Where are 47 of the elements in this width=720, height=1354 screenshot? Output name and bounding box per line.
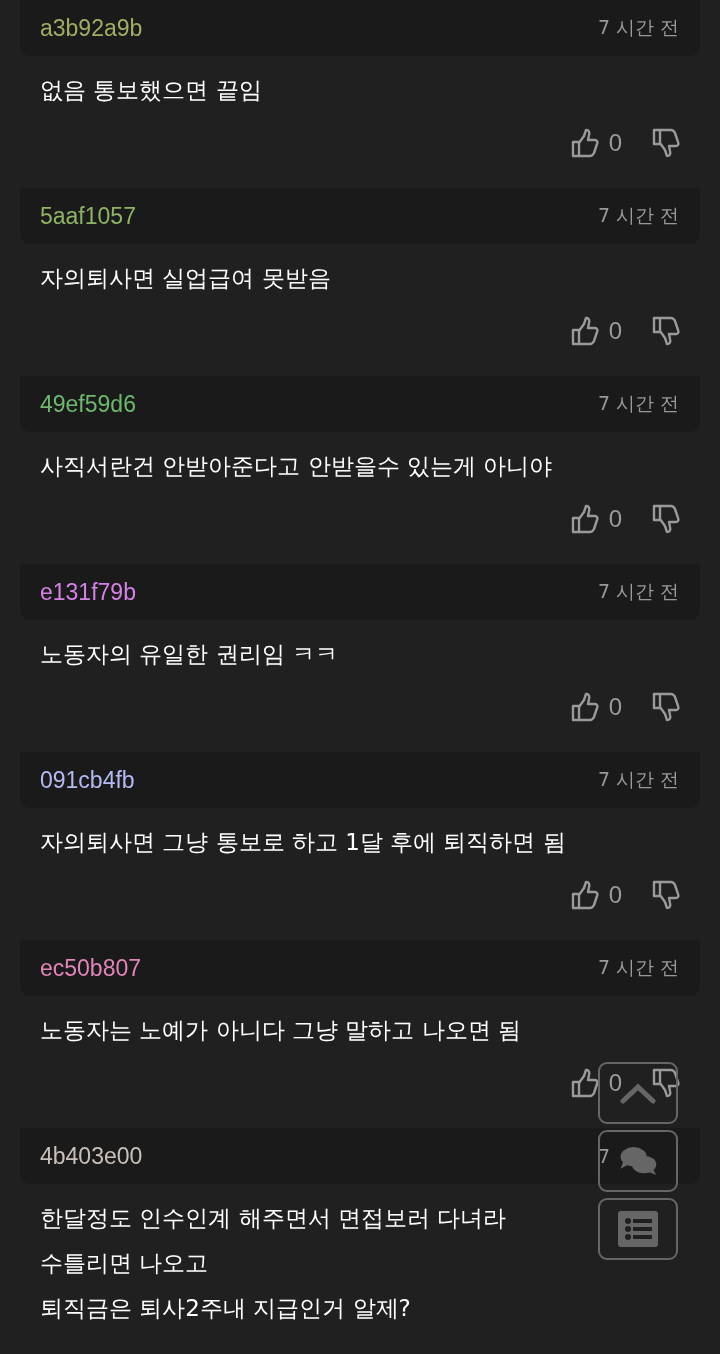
comment-time: 7 시간 전: [598, 580, 680, 602]
thumbs-up-icon[interactable]: [570, 504, 599, 534]
comment-time: 7 시간 전: [598, 956, 680, 978]
like-count: 0: [608, 693, 622, 721]
thumbs-down-icon[interactable]: [652, 128, 680, 158]
like-count: 0: [608, 129, 622, 157]
thumbs-down-icon[interactable]: [652, 692, 680, 722]
like-count: 0: [608, 1069, 622, 1097]
comment-author: 091cb4fb: [40, 766, 135, 794]
comment-text: 한달정도 인수인계 해주면서 면접보러 다녀라: [40, 1204, 507, 1233]
comment-time: 7 시간 전: [598, 204, 680, 226]
like-count: 0: [608, 317, 622, 345]
comment-text: 노동자의 유일한 권리임 ㅋㅋ: [40, 640, 338, 669]
comment-time: 7 시간 전: [598, 16, 680, 38]
thumbs-down-icon[interactable]: [652, 880, 680, 910]
comment-time: 7 시간 전: [598, 392, 680, 414]
like-count: 0: [608, 881, 622, 909]
chevron-up-icon: [620, 1082, 656, 1104]
list-icon: [618, 1211, 658, 1247]
thumbs-down-icon[interactable]: [652, 316, 680, 346]
comment-text: 사직서란건 안받아준다고 안받을수 있는게 아니야: [40, 452, 553, 481]
comment-author: ec50b807: [40, 954, 142, 982]
thumbs-down-icon[interactable]: [652, 504, 680, 534]
thumbs-up-icon[interactable]: [570, 692, 599, 722]
comment-text: 자의퇴사면 그냥 통보로 하고 1달 후에 퇴직하면 됨: [40, 828, 566, 857]
comment-author: e131f79b: [40, 578, 136, 606]
comment-author: 49ef59d6: [40, 390, 136, 418]
speech-bubbles-icon: [618, 1145, 658, 1177]
comment-text: 수틀리면 나오고: [40, 1249, 209, 1278]
comment-author: 5aaf1057: [40, 202, 136, 230]
comment-author: a3b92a9b: [40, 14, 143, 42]
comment-text: 퇴직금은 퇴사2주내 지급인거 알제?: [40, 1294, 411, 1323]
scroll-top-button[interactable]: [598, 1062, 678, 1124]
comments-button[interactable]: [598, 1130, 678, 1192]
comment-text: 없음 통보했으면 끝임: [40, 76, 262, 105]
comment-author: 4b403e00: [40, 1142, 143, 1170]
comment-time: 7: [598, 1145, 611, 1167]
thumbs-up-icon[interactable]: [570, 316, 599, 346]
thumbs-down-icon[interactable]: [652, 1068, 680, 1098]
thumbs-up-icon[interactable]: [570, 1068, 599, 1098]
thumbs-up-icon[interactable]: [570, 880, 599, 910]
comment-text: 노동자는 노예가 아니다 그냥 말하고 나오면 됨: [40, 1016, 521, 1045]
thumbs-up-icon[interactable]: [570, 128, 599, 158]
list-button[interactable]: [598, 1198, 678, 1260]
like-count: 0: [608, 505, 622, 533]
comment-time: 7 시간 전: [598, 768, 680, 790]
comment-text: 자의퇴사면 실업급여 못받음: [40, 264, 331, 293]
